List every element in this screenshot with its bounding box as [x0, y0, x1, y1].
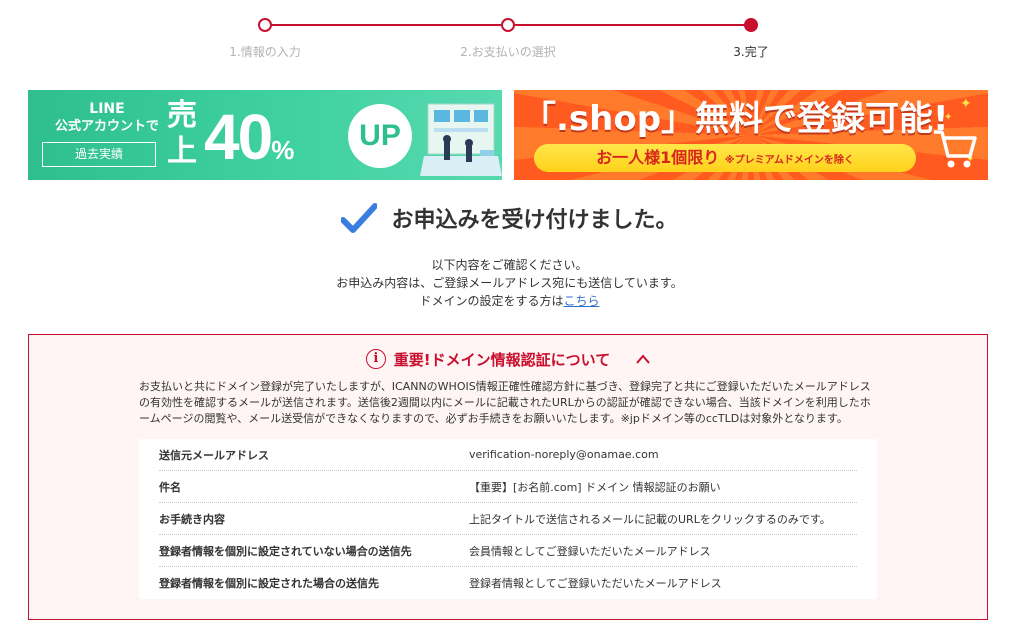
table-row: 件名 【重要】[お名前.com] ドメイン 情報認証のお願い: [159, 471, 857, 503]
progress-stepper: 1.情報の入力 2.お支払いの選択 3.完了: [0, 0, 1019, 70]
row-key: 送信元メールアドレス: [159, 448, 269, 462]
line-banner-line2: 公式アカウントで: [54, 119, 159, 134]
line-banner-percent-unit: %: [271, 135, 295, 165]
notice-toggle[interactable]: i 重要!ドメイン情報認証について: [365, 349, 650, 370]
row-value: 上記タイトルで送信されるメールに記載のURLをクリックするのみです。: [469, 512, 831, 526]
table-row: 登録者情報を個別に設定された場合の送信先 登録者情報としてご登録いただいたメール…: [159, 567, 857, 599]
notice-header: i 重要!ドメイン情報認証について: [29, 347, 987, 370]
step-1-dot: [258, 18, 272, 32]
shop-campaign-banner[interactable]: 「.shop」無料で登録可能! お一人様1個限り ※プレミアムドメインを除く ✦…: [514, 90, 988, 180]
row-value: 登録者情報としてご登録いただいたメールアドレス: [469, 577, 722, 590]
line-banner-up-badge: UP: [348, 104, 412, 168]
confirmation-line-3: ドメインの設定をする方はこちら: [0, 292, 1019, 310]
confirmation-line-3-text: ドメインの設定をする方は: [419, 294, 564, 308]
line-banner-badge: LINE 公式アカウントで: [42, 101, 172, 135]
table-row: 送信元メールアドレス verification-noreply@onamae.c…: [159, 439, 857, 471]
confirmation-title-row: お申込みを受け付けました。: [341, 202, 678, 234]
row-key: 件名: [159, 480, 181, 494]
shop-banner-headline: 「.shop」無料で登録可能!: [522, 99, 949, 139]
step-1-label: 1.情報の入力: [229, 45, 301, 59]
step-3-label: 3.完了: [733, 45, 769, 59]
notice-body: お支払いと共にドメイン登録が完了いたしますが、ICANNのWHOIS情報正確性確…: [139, 380, 871, 425]
step-2-label: 2.お支払いの選択: [460, 45, 556, 59]
line-campaign-banner[interactable]: LINE 公式アカウントで 過去実績 売上 40% UP: [28, 90, 502, 180]
shop-banner-pill-note: ※プレミアムドメインを除く: [724, 155, 854, 166]
sparkle-icon: ✦: [960, 96, 972, 112]
notice-title: 重要!ドメイン情報認証について: [393, 350, 611, 369]
confirmation-title: お申込みを受け付けました。: [391, 208, 678, 233]
office-illustration-icon: [420, 103, 502, 176]
table-row: お手続き内容 上記タイトルで送信されるメールに記載のURLをクリックするのみです…: [159, 503, 857, 535]
table-row: 登録者情報を個別に設定されていない場合の送信先 会員情報としてご登録いただいたメ…: [159, 535, 857, 567]
line-banner-percent: 40%: [204, 102, 294, 180]
row-value: 【重要】[お名前.com] ドメイン 情報認証のお願い: [469, 480, 721, 494]
verification-details-table: 送信元メールアドレス verification-noreply@onamae.c…: [139, 439, 877, 599]
confirmation-line-1: 以下内容をご確認ください。: [431, 258, 588, 272]
line-banner-percent-value: 40: [204, 101, 273, 173]
shop-banner-pill-main: お一人様1個限り: [596, 148, 720, 167]
domain-verification-notice: i 重要!ドメイン情報認証について お支払いと共にドメイン登録が完了いたしますが…: [28, 334, 988, 620]
shopping-cart-icon: [934, 130, 977, 168]
checkmark-icon: [341, 203, 378, 233]
confirmation-line-2: お申込み内容は、ご登録メールアドレス宛にも送信しています。: [336, 276, 683, 290]
sparkle-icon: ✦: [944, 112, 953, 123]
shop-banner-pill: お一人様1個限り ※プレミアムドメインを除く: [534, 144, 916, 172]
row-key: 登録者情報を個別に設定されていない場合の送信先: [159, 544, 412, 558]
line-banner-record: 過去実績: [42, 142, 156, 167]
info-icon: i: [365, 349, 386, 369]
row-value: 会員情報としてご登録いただいたメールアドレス: [469, 544, 711, 558]
confirmation-message: 以下内容をご確認ください。 お申込み内容は、ご登録メールアドレス宛にも送信してい…: [0, 256, 1019, 310]
row-value: verification-noreply@onamae.com: [469, 448, 659, 461]
confirmation-heading: お申込みを受け付けました。: [0, 202, 1019, 238]
step-3-dot: [744, 18, 758, 32]
chevron-up-icon: [636, 354, 650, 364]
line-banner-line1: LINE: [89, 101, 125, 117]
row-key: お手続き内容: [159, 512, 225, 526]
step-2-dot: [501, 18, 515, 32]
row-key: 登録者情報を個別に設定された場合の送信先: [159, 577, 379, 590]
line-banner-sale: 売上: [167, 98, 197, 169]
domain-settings-link[interactable]: こちら: [564, 294, 600, 308]
